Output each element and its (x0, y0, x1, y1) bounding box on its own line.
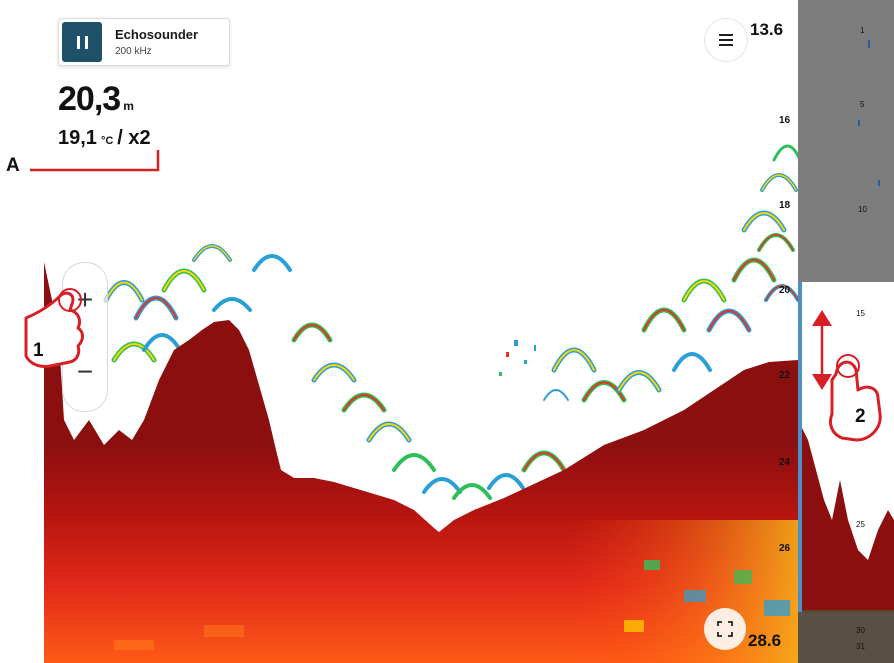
zoom-control: + − (62, 262, 108, 412)
overview-tick: 1 (860, 26, 865, 35)
hamburger-menu-icon (719, 31, 733, 49)
overview-tick: 5 (860, 100, 865, 109)
zoom-in-button[interactable]: + (63, 275, 107, 325)
overview-tick: 31 (856, 642, 865, 651)
fullscreen-icon (717, 621, 733, 637)
overview-graphic (798, 0, 894, 663)
source-card: Echosounder 200 kHz (58, 18, 230, 66)
callout-a-label: A (6, 155, 20, 176)
depth-tick: 18 (779, 200, 791, 211)
depth-unit: m (123, 99, 134, 113)
overview-tick: 15 (856, 309, 865, 318)
depth-tick: 20 (779, 285, 791, 296)
zoom-separator: / (117, 127, 129, 149)
sonar-display[interactable] (44, 0, 894, 663)
depth-value: 20,3 (58, 80, 121, 118)
pause-button[interactable] (62, 22, 102, 62)
callout-1-label: 1 (33, 340, 44, 361)
depth-readout: 20,3 m (58, 80, 134, 119)
range-top-depth: 13.6 (750, 20, 784, 39)
overview-tick: 10 (858, 205, 867, 214)
temperature-unit: °C (100, 135, 114, 147)
zoom-out-button[interactable]: − (63, 347, 107, 397)
temperature-readout: 19,1 °C / x2 (58, 127, 151, 150)
depth-tick: 22 (779, 370, 791, 381)
zoom-factor: x2 (128, 127, 151, 149)
history-overview-scroll[interactable]: 1 5 10 15 25 30 31 (798, 0, 894, 663)
temperature-value: 19,1 (58, 127, 97, 149)
source-title: Echosounder (115, 27, 199, 42)
depth-tick: 24 (779, 457, 791, 468)
callout-2-label: 2 (855, 406, 866, 427)
echosounder-screen: Echosounder 200 kHz 20,3 m 19,1 °C / x2 13.… (44, 0, 894, 663)
depth-tick: 16 (779, 115, 791, 126)
fullscreen-button[interactable] (704, 608, 746, 650)
pause-icon (76, 35, 88, 49)
overview-tick: 30 (856, 626, 865, 635)
range-bottom-depth: 28.6 (748, 631, 782, 650)
overview-tick: 25 (856, 520, 865, 529)
source-frequency: 200 kHz (115, 46, 152, 57)
menu-button[interactable] (704, 18, 748, 62)
depth-tick: 26 (779, 543, 791, 554)
